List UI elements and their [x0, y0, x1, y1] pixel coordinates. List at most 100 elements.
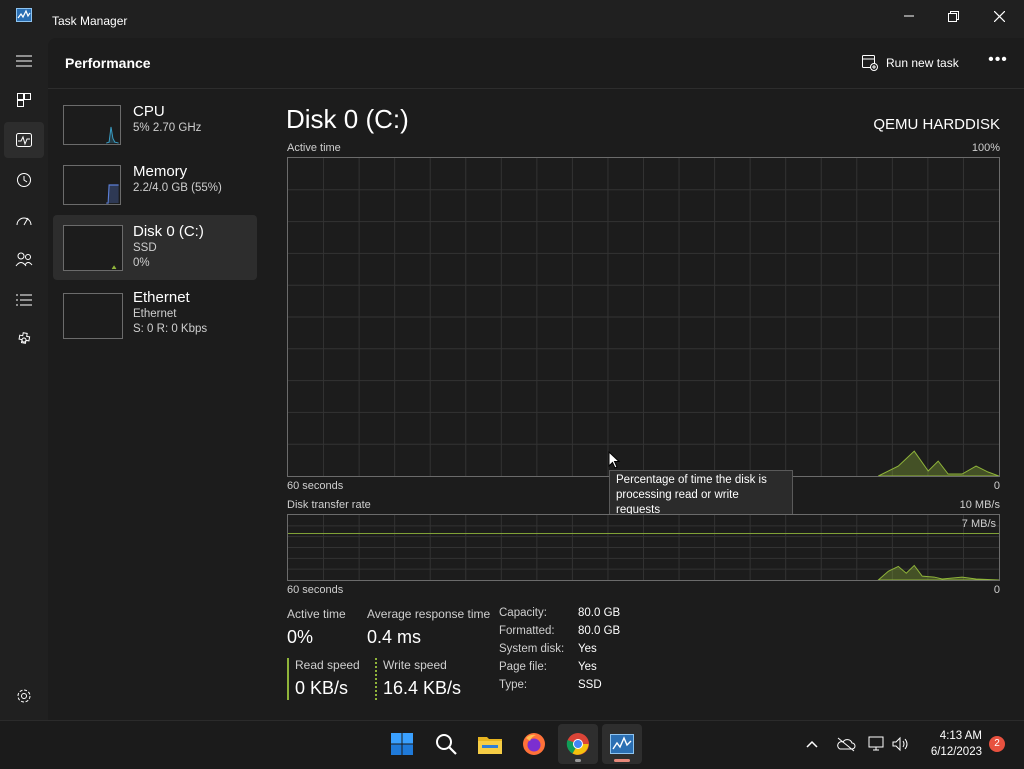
cloud-offline-icon: [837, 737, 856, 752]
users-icon: [15, 252, 33, 267]
startup-apps-icon: [16, 217, 32, 226]
resource-detail-2: 0%: [133, 257, 150, 269]
chrome-icon: [566, 733, 589, 755]
transfer-rate-series: [877, 564, 999, 580]
services-icon: [18, 332, 31, 344]
active-time-stat-value: 0%: [287, 627, 314, 647]
run-new-task-button[interactable]: Run new task: [862, 52, 959, 74]
chrome-button[interactable]: [558, 724, 598, 764]
taskbar-clock[interactable]: 4:13 AM 6/12/2023: [912, 728, 982, 760]
close-icon: [993, 10, 1005, 22]
resource-detail: SSD: [133, 242, 157, 254]
restore-button[interactable]: [930, 0, 976, 32]
clock-date: 6/12/2023: [930, 746, 982, 758]
resource-name: Memory: [133, 163, 188, 180]
capacity-label: Capacity:: [499, 607, 547, 619]
nav-users[interactable]: [4, 241, 44, 277]
resource-name: CPU: [133, 103, 165, 120]
active-time-max-label: 100%: [971, 142, 1000, 154]
read-speed-legend-line: [287, 658, 289, 700]
avg-response-label: Average response time: [367, 607, 491, 621]
search-button[interactable]: [426, 724, 466, 764]
resource-detail: Ethernet: [133, 308, 177, 320]
resource-name: Ethernet: [133, 289, 190, 306]
run-new-task-icon: [862, 55, 878, 71]
disk-thumbnail-graph: [63, 225, 123, 271]
system-disk-label: System disk:: [499, 643, 565, 655]
formatted-label: Formatted:: [499, 625, 555, 637]
firefox-icon: [523, 733, 545, 755]
transfer-rate-mark-label: 7 MB/s: [961, 518, 996, 530]
disk-model: QEMU HARDDISK: [873, 116, 1000, 133]
volume-tray-button[interactable]: [892, 736, 910, 755]
active-time-x-right: 0: [993, 480, 1000, 492]
nav-startup-apps[interactable]: [4, 202, 44, 238]
task-manager-taskbar-button[interactable]: [602, 724, 642, 764]
run-new-task-label: Run new task: [886, 56, 959, 70]
resource-detail: 2.2/4.0 GB (55%): [133, 182, 222, 194]
onedrive-tray-button[interactable]: [836, 736, 856, 755]
close-button[interactable]: [976, 0, 1022, 32]
active-time-series: [878, 450, 999, 476]
active-window-indicator: [614, 759, 630, 762]
formatted-value: 80.0 GB: [578, 625, 621, 637]
write-speed-value: 16.4 KB/s: [383, 678, 462, 698]
active-time-x-left: 60 seconds: [287, 480, 344, 492]
restore-icon: [947, 10, 959, 22]
hamburger-menu-icon: [16, 55, 32, 67]
read-speed-label: Read speed: [295, 658, 360, 672]
active-time-graph: [287, 157, 1000, 477]
transfer-rate-x-left: 60 seconds: [287, 584, 344, 596]
firefox-button[interactable]: [514, 724, 554, 764]
show-hidden-icons-button[interactable]: [804, 736, 820, 752]
clock-time: 4:13 AM: [939, 730, 982, 742]
file-explorer-button[interactable]: [470, 724, 510, 764]
title-bar: [0, 0, 1024, 38]
page-file-label: Page file:: [499, 661, 547, 673]
nav-app-history[interactable]: [4, 162, 44, 198]
write-speed-label: Write speed: [383, 658, 447, 672]
task-manager-icon: [610, 734, 634, 754]
nav-settings[interactable]: [4, 678, 44, 714]
network-icon: [868, 736, 884, 751]
start-button[interactable]: [382, 724, 422, 764]
cpu-thumbnail-graph: [63, 105, 121, 145]
capacity-value: 80.0 GB: [578, 607, 621, 619]
resource-item-ethernet[interactable]: Ethernet Ethernet S: 0 R: 0 Kbps: [53, 286, 257, 344]
volume-icon: [892, 736, 908, 752]
resource-item-disk[interactable]: Disk 0 (C:) SSD 0%: [53, 215, 257, 280]
window-title: Task Manager: [52, 14, 128, 28]
more-options-button[interactable]: •••: [986, 50, 1010, 74]
nav-services[interactable]: [4, 322, 44, 358]
system-disk-value: Yes: [578, 643, 597, 655]
task-manager-app-icon: [16, 8, 32, 22]
hamburger-menu-button[interactable]: [4, 43, 44, 79]
details-icon: [16, 294, 32, 306]
active-time-stat-label: Active time: [287, 607, 346, 621]
disk-title: Disk 0 (C:): [286, 104, 409, 134]
transfer-rate-graph-label: Disk transfer rate: [287, 499, 371, 511]
network-tray-button[interactable]: [868, 736, 886, 755]
running-indicator: [575, 759, 581, 762]
search-icon: [436, 734, 457, 755]
type-label: Type:: [499, 679, 528, 691]
nav-processes[interactable]: [4, 82, 44, 118]
page-title: Performance: [65, 55, 151, 71]
start-icon: [391, 733, 413, 755]
minimize-icon: [904, 15, 914, 17]
read-speed-value: 0 KB/s: [295, 678, 349, 698]
resource-detail: 5% 2.70 GHz: [133, 122, 202, 134]
resource-item-cpu[interactable]: CPU 5% 2.70 GHz: [53, 97, 257, 157]
performance-icon: [16, 133, 32, 147]
nav-performance[interactable]: [4, 122, 44, 158]
resource-item-memory[interactable]: Memory 2.2/4.0 GB (55%): [53, 157, 257, 217]
resource-name: Disk 0 (C:): [133, 223, 204, 240]
notification-badge[interactable]: 2: [989, 736, 1005, 752]
nav-details[interactable]: [4, 282, 44, 318]
file-explorer-icon: [478, 737, 502, 754]
resource-detail-2: S: 0 R: 0 Kbps: [133, 323, 208, 335]
settings-icon: [17, 689, 31, 703]
write-speed-legend-line: [375, 658, 377, 700]
page-file-value: Yes: [578, 661, 597, 673]
minimize-button[interactable]: [886, 0, 932, 32]
